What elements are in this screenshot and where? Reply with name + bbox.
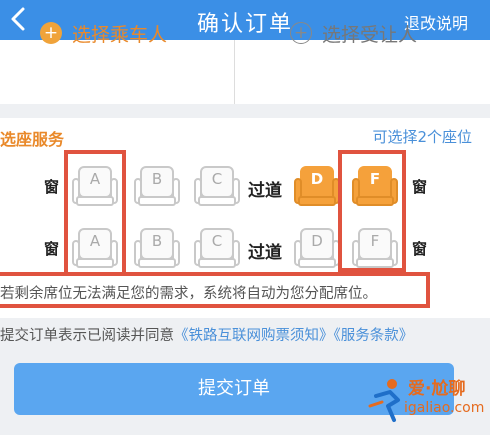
terms-of-service-link[interactable]: 《服务条款》 <box>334 328 414 344</box>
watermark-text: 爱·尬聊 <box>408 379 466 399</box>
passenger-select-row <box>0 40 490 104</box>
window-label-left: 窗 <box>44 240 60 258</box>
agreement-text: 提交订单表示已阅读并同意《铁路互联网购票须知》《服务条款》 <box>0 324 413 345</box>
watermark-url: igaliao.com <box>404 400 485 416</box>
plus-circle-icon: + <box>40 22 62 44</box>
window-label-right: 窗 <box>412 240 428 258</box>
ticket-rules-link[interactable]: 《铁路互联网购票须知》 <box>174 328 334 344</box>
seat-label: B <box>151 232 163 250</box>
seat-label: C <box>211 232 223 250</box>
window-label-left: 窗 <box>44 178 60 196</box>
seat-row2-d[interactable]: D <box>294 228 340 268</box>
highlight-box-column-f <box>338 150 406 272</box>
seat-label: D <box>310 170 324 188</box>
divider <box>234 40 235 104</box>
seat-label: D <box>311 232 323 250</box>
seat-label: B <box>151 170 163 188</box>
select-passenger-label: 选择乘车人 <box>72 23 168 46</box>
select-beneficiary-label: 选择受让人 <box>322 23 418 46</box>
watermark: 爱·尬聊 igaliao.com <box>368 372 486 428</box>
seat-row1-b[interactable]: B <box>134 166 180 206</box>
select-passenger-button[interactable]: + 选择乘车人 <box>40 20 167 46</box>
aisle-label: 过道 <box>248 181 282 201</box>
agreement-prefix: 提交订单表示已阅读并同意 <box>0 328 174 344</box>
seat-count-hint: 可选择2个座位 <box>372 128 472 146</box>
seat-row2-c[interactable]: C <box>194 228 240 268</box>
window-label-right: 窗 <box>412 178 428 196</box>
seat-row1-c[interactable]: C <box>194 166 240 206</box>
select-beneficiary-button[interactable]: + 选择受让人 <box>290 20 417 46</box>
seat-row2-b[interactable]: B <box>134 228 180 268</box>
seat-label: C <box>211 170 223 188</box>
highlight-box-column-a <box>64 150 126 278</box>
runner-logo-icon <box>368 379 400 422</box>
seat-row1-d[interactable]: D <box>294 166 340 206</box>
aisle-label: 过道 <box>248 243 282 263</box>
notice-text: 若剩余席位无法满足您的需求，系统将自动为您分配席位。 <box>0 286 377 302</box>
auto-assign-notice: 若剩余席位无法满足您的需求，系统将自动为您分配席位。 <box>0 272 430 308</box>
seat-service-title: 选座服务 <box>0 130 65 149</box>
plus-circle-outline-icon: + <box>290 22 312 44</box>
